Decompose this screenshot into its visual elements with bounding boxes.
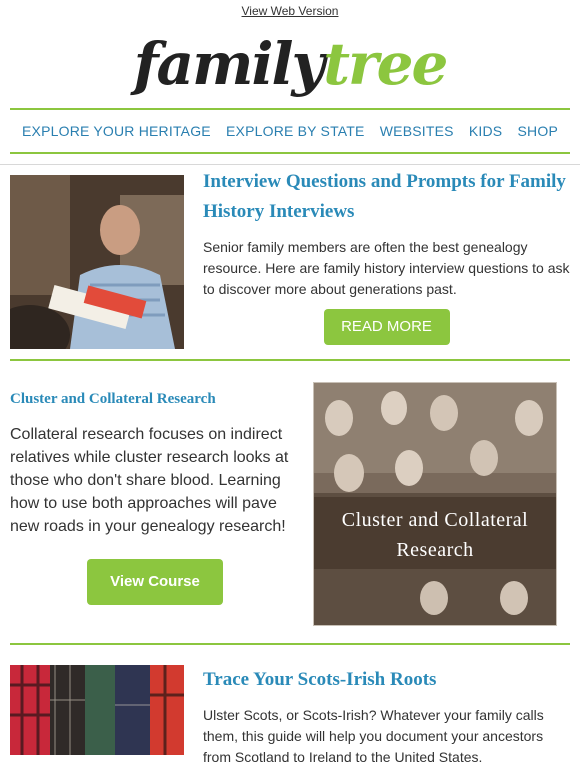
logo-family-text: family <box>133 30 326 98</box>
nav-explore-by-state[interactable]: EXPLORE BY STATE <box>226 123 365 139</box>
view-course-button[interactable]: View Course <box>87 559 223 605</box>
view-web-version-link[interactable]: View Web Version <box>242 4 339 18</box>
nav-kids[interactable]: KIDS <box>469 123 502 139</box>
topbar: View Web Version <box>0 0 580 24</box>
article-title[interactable]: Cluster and Collateral Research <box>10 389 300 409</box>
article-body: Senior family members are often the best… <box>203 239 570 297</box>
nav-shop[interactable]: SHOP <box>518 123 558 139</box>
article-title[interactable]: Interview Questions and Prompts for Fami… <box>203 165 570 227</box>
article-text: Trace Your Scots-Irish Roots Ulster Scot… <box>203 665 570 768</box>
article-text: Interview Questions and Prompts for Fami… <box>203 165 570 345</box>
photo-tartan-fabrics-icon <box>10 665 184 755</box>
article-interview-questions: Interview Questions and Prompts for Fami… <box>10 165 570 359</box>
article-image-elderly-man[interactable] <box>10 175 184 349</box>
article-body: Collateral research focuses on indirect … <box>10 426 289 535</box>
image-overlay-title: Cluster and Collateral Research <box>341 509 529 561</box>
logo-tree-text: tree <box>323 30 448 98</box>
article-text: Cluster and Collateral Research Collater… <box>10 361 300 605</box>
read-more-button[interactable]: READ MORE <box>323 309 450 345</box>
course-image-vintage-family-photo[interactable]: Cluster and Collateral Research <box>313 382 557 626</box>
article-cluster-collateral: Cluster and Collateral Research Collater… <box>10 361 570 643</box>
article-scots-irish: Trace Your Scots-Irish Roots Ulster Scot… <box>10 645 570 765</box>
photo-elderly-man-icon <box>10 175 184 349</box>
nav-websites[interactable]: WEBSITES <box>380 123 454 139</box>
article-image-tartans[interactable] <box>10 665 184 755</box>
main-nav: EXPLORE YOUR HERITAGE EXPLORE BY STATE W… <box>10 108 570 154</box>
familytree-logo[interactable]: familytree <box>0 24 580 108</box>
nav-explore-heritage[interactable]: EXPLORE YOUR HERITAGE <box>22 123 211 139</box>
article-title[interactable]: Trace Your Scots-Irish Roots <box>203 665 570 695</box>
article-body: Ulster Scots, or Scots-Irish? Whatever y… <box>203 707 544 765</box>
